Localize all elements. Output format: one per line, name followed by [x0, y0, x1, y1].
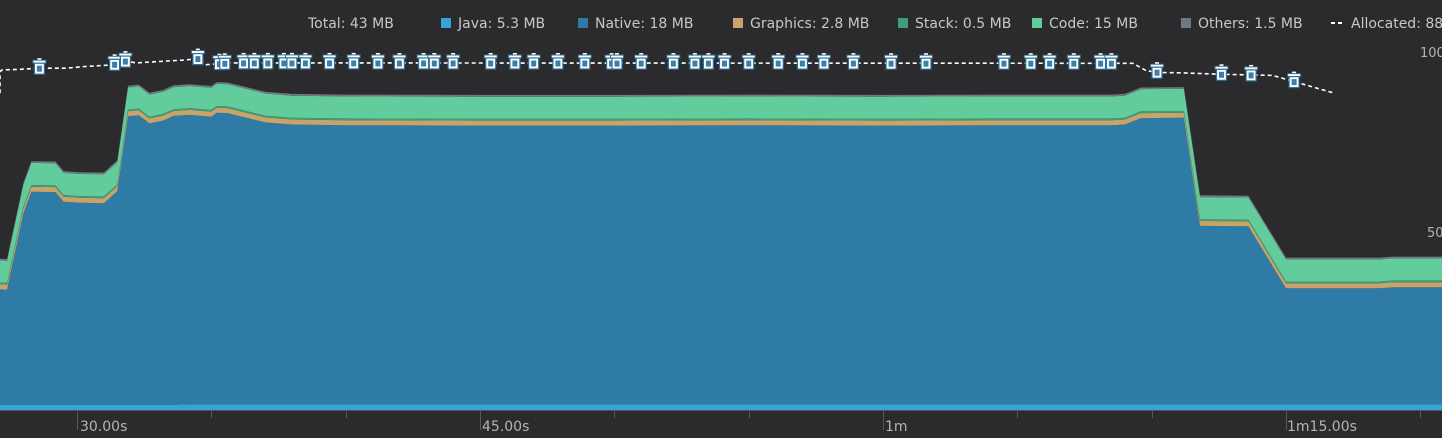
area-java — [0, 404, 1442, 410]
area-native — [0, 112, 1442, 405]
x-tick-label: 1m — [885, 419, 908, 435]
gc-event-icon[interactable] — [1042, 53, 1057, 70]
y-tick-label-100: 100 — [1420, 46, 1442, 61]
gc-event-icon[interactable] — [846, 53, 861, 70]
gc-event-icon[interactable] — [247, 52, 262, 70]
gc-event-icon[interactable] — [446, 53, 461, 70]
gc-event-icon[interactable] — [884, 53, 899, 70]
gc-event-icon[interactable] — [1066, 53, 1081, 70]
y-tick-label-50: 50 — [1427, 226, 1442, 241]
x-tick-label: 30.00s — [80, 419, 128, 435]
gc-event-icon[interactable] — [741, 53, 756, 70]
gc-event-icon[interactable] — [1214, 64, 1229, 81]
gc-event-icon[interactable] — [666, 53, 681, 70]
gc-event-icon[interactable] — [217, 53, 232, 70]
gc-event-icon[interactable] — [1150, 62, 1164, 79]
x-tick-label: 1m15.00s — [1287, 419, 1357, 435]
gc-event-icon[interactable] — [577, 53, 592, 70]
gc-event-icon[interactable] — [550, 53, 565, 70]
gc-event-icon[interactable] — [190, 48, 205, 66]
gc-event-icon[interactable] — [526, 53, 541, 70]
gc-event-icon[interactable] — [1287, 71, 1302, 89]
gc-event-icon[interactable] — [1104, 53, 1119, 70]
gc-event-icon[interactable] — [322, 52, 337, 70]
gc-event-icon[interactable] — [32, 58, 47, 75]
gc-event-icon[interactable] — [996, 53, 1011, 70]
gc-event-icon[interactable] — [717, 53, 732, 70]
gc-event-icon[interactable] — [1023, 53, 1038, 70]
gc-event-icon[interactable] — [483, 53, 498, 70]
gc-event-icon[interactable] — [346, 52, 361, 70]
gc-event-icon[interactable] — [816, 53, 831, 70]
gc-event-icon[interactable] — [370, 53, 385, 70]
gc-event-icon[interactable] — [634, 53, 649, 70]
gc-event-icon[interactable] — [1244, 64, 1259, 82]
gc-event-icon[interactable] — [701, 53, 716, 70]
gc-event-icon[interactable] — [427, 53, 442, 70]
x-tick-label: 45.00s — [482, 419, 530, 435]
gc-event-icon[interactable] — [687, 53, 702, 70]
gc-event-icon[interactable] — [919, 53, 933, 70]
gc-event-icon[interactable] — [507, 53, 522, 70]
gc-event-icon[interactable] — [392, 53, 407, 70]
gc-event-icon[interactable] — [118, 51, 133, 68]
gc-event-icon[interactable] — [298, 52, 313, 70]
gc-event-icon[interactable] — [107, 54, 122, 71]
memory-chart — [0, 48, 1442, 430]
gc-event-icon[interactable] — [795, 53, 810, 70]
gc-event-icon[interactable] — [771, 53, 786, 70]
gc-event-icon[interactable] — [260, 52, 275, 70]
gc-event-icon[interactable] — [284, 52, 299, 70]
gc-event-icon[interactable] — [610, 53, 624, 70]
